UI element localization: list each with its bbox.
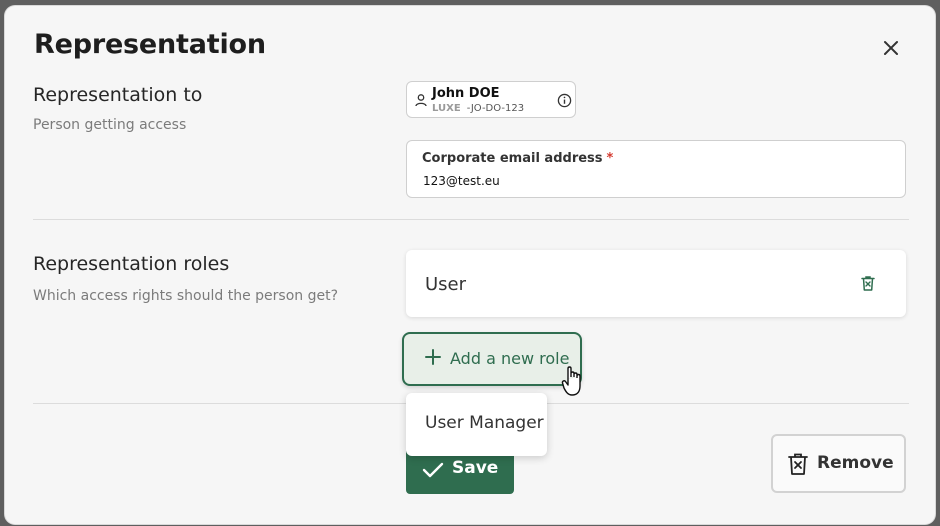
info-icon[interactable]	[557, 93, 572, 108]
role-dropdown-menu: User Manager	[406, 393, 547, 456]
role-name: User	[425, 274, 467, 295]
user-icon	[415, 94, 427, 107]
email-field[interactable]: Corporate email address * 123@test.eu	[406, 140, 906, 198]
email-label-text: Corporate email address	[422, 151, 603, 166]
add-role-button[interactable]: Add a new role	[402, 332, 582, 386]
representation-dialog: Representation Representation to Person …	[5, 6, 935, 524]
person-country: LUXE	[432, 103, 461, 114]
save-label: Save	[452, 458, 499, 478]
plus-icon	[425, 349, 441, 365]
dialog-title: Representation	[34, 29, 266, 60]
representation-to-subtitle: Person getting access	[33, 117, 187, 133]
email-value[interactable]: 123@test.eu	[423, 174, 500, 188]
roles-title: Representation roles	[33, 253, 230, 275]
dropdown-option-user-manager[interactable]: User Manager	[425, 413, 544, 433]
divider	[33, 219, 909, 220]
person-code: -JO-DO-123	[466, 103, 525, 114]
checkmark-icon	[422, 462, 444, 478]
trash-icon	[788, 453, 808, 475]
remove-button[interactable]: Remove	[771, 434, 906, 493]
trash-icon[interactable]	[859, 274, 877, 292]
role-card: User	[406, 250, 906, 317]
roles-subtitle: Which access rights should the person ge…	[33, 288, 339, 304]
person-chip[interactable]: John DOE LUXE -JO-DO-123	[406, 81, 576, 118]
remove-label: Remove	[817, 453, 894, 473]
required-mark: *	[606, 151, 614, 166]
email-label: Corporate email address *	[422, 151, 613, 166]
person-identifier: LUXE -JO-DO-123	[432, 103, 524, 114]
hand-cursor-icon	[561, 366, 581, 396]
add-role-label: Add a new role	[450, 349, 570, 368]
close-icon[interactable]	[879, 36, 903, 60]
representation-to-title: Representation to	[33, 84, 203, 106]
person-name: John DOE	[432, 86, 500, 101]
